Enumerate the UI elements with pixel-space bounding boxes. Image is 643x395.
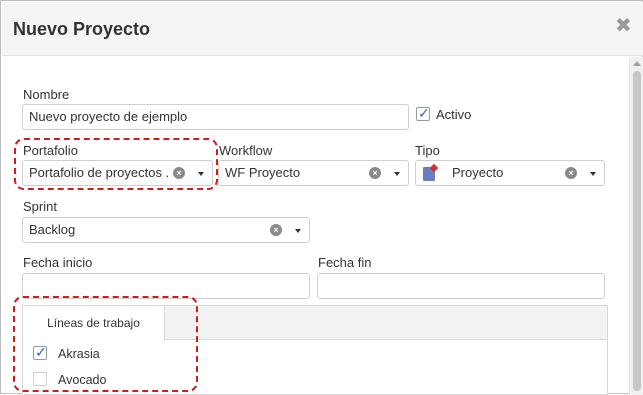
workflow-value: WF Proyecto bbox=[225, 165, 301, 180]
activo-label: Activo bbox=[436, 107, 472, 122]
clear-workflow-icon[interactable]: × bbox=[369, 167, 381, 179]
tipo-select[interactable]: Proyecto × bbox=[415, 160, 605, 186]
fecha-fin-input[interactable] bbox=[317, 273, 605, 299]
fecha-inicio-label: Fecha inicio bbox=[23, 255, 93, 270]
activo-checkbox[interactable]: ✓ bbox=[416, 105, 430, 121]
fecha-fin-label: Fecha fin bbox=[318, 255, 372, 270]
nombre-label: Nombre bbox=[23, 87, 70, 102]
tipo-value: Proyecto bbox=[452, 165, 504, 180]
scroll-thumb[interactable] bbox=[633, 71, 641, 391]
portafolio-highlight bbox=[14, 138, 218, 190]
chevron-down-icon[interactable] bbox=[295, 229, 301, 233]
dialog-title: Nuevo Proyecto bbox=[13, 19, 151, 39]
nombre-input[interactable]: Nuevo proyecto de ejemplo bbox=[22, 104, 409, 130]
close-icon[interactable]: ✖ bbox=[615, 16, 632, 36]
tipo-label: Tipo bbox=[415, 143, 440, 158]
vertical-scrollbar[interactable] bbox=[629, 57, 643, 395]
chevron-down-icon[interactable] bbox=[394, 172, 400, 176]
workflow-select[interactable]: WF Proyecto × bbox=[218, 160, 409, 186]
check-icon: ✓ bbox=[418, 105, 430, 121]
clear-sprint-icon[interactable]: × bbox=[270, 224, 282, 236]
sprint-label: Sprint bbox=[23, 199, 57, 214]
lineas-highlight bbox=[13, 296, 198, 392]
clear-tipo-icon[interactable]: × bbox=[565, 167, 577, 179]
dialog-header: Nuevo Proyecto ✖ bbox=[2, 2, 643, 56]
scroll-up-arrow-icon[interactable] bbox=[633, 61, 641, 66]
chevron-down-icon[interactable] bbox=[590, 172, 596, 176]
modal-dialog: Nuevo Proyecto ✖ Nombre Nuevo proyecto d… bbox=[0, 0, 643, 395]
workflow-label: Workflow bbox=[219, 143, 273, 158]
sprint-select[interactable]: Backlog × bbox=[22, 217, 310, 243]
project-type-icon bbox=[423, 167, 435, 181]
sprint-value: Backlog bbox=[29, 222, 76, 237]
